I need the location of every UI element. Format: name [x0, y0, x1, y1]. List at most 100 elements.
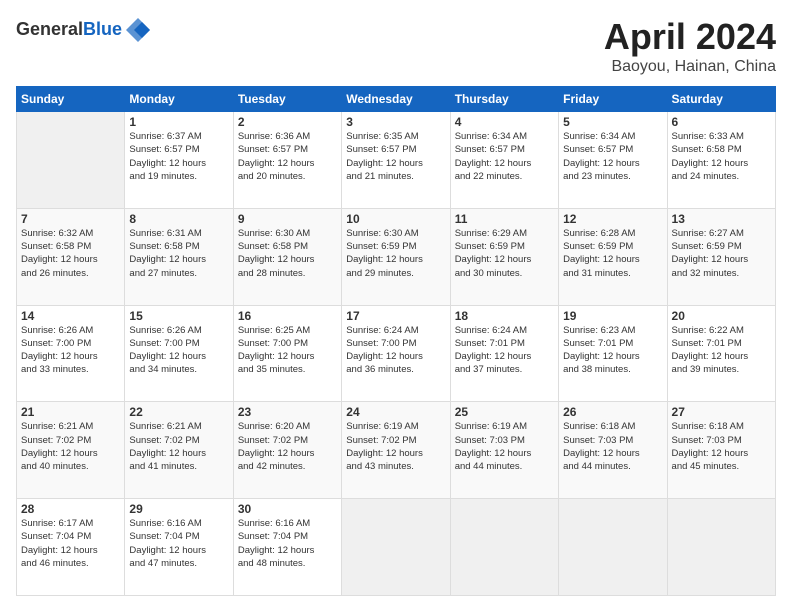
calendar-day-cell: 15Sunrise: 6:26 AM Sunset: 7:00 PM Dayli…: [125, 305, 233, 402]
header: GeneralBlue April 2024 Baoyou, Hainan, C…: [16, 16, 776, 76]
calendar-day-cell: 14Sunrise: 6:26 AM Sunset: 7:00 PM Dayli…: [17, 305, 125, 402]
calendar-day-cell: 4Sunrise: 6:34 AM Sunset: 6:57 PM Daylig…: [450, 112, 558, 209]
day-info: Sunrise: 6:31 AM Sunset: 6:58 PM Dayligh…: [129, 227, 228, 280]
calendar-week-row: 7Sunrise: 6:32 AM Sunset: 6:58 PM Daylig…: [17, 208, 776, 305]
calendar-day-cell: 2Sunrise: 6:36 AM Sunset: 6:57 PM Daylig…: [233, 112, 341, 209]
day-number: 28: [21, 502, 120, 516]
calendar-body: 1Sunrise: 6:37 AM Sunset: 6:57 PM Daylig…: [17, 112, 776, 596]
calendar-day-cell: 3Sunrise: 6:35 AM Sunset: 6:57 PM Daylig…: [342, 112, 450, 209]
day-number: 10: [346, 212, 445, 226]
calendar-day-cell: 1Sunrise: 6:37 AM Sunset: 6:57 PM Daylig…: [125, 112, 233, 209]
day-number: 6: [672, 115, 771, 129]
calendar-day-cell: 27Sunrise: 6:18 AM Sunset: 7:03 PM Dayli…: [667, 402, 775, 499]
calendar-table: SundayMondayTuesdayWednesdayThursdayFrid…: [16, 86, 776, 596]
calendar-day-cell: 16Sunrise: 6:25 AM Sunset: 7:00 PM Dayli…: [233, 305, 341, 402]
calendar-day-cell: 21Sunrise: 6:21 AM Sunset: 7:02 PM Dayli…: [17, 402, 125, 499]
day-number: 20: [672, 309, 771, 323]
day-info: Sunrise: 6:21 AM Sunset: 7:02 PM Dayligh…: [21, 420, 120, 473]
calendar-day-cell: 20Sunrise: 6:22 AM Sunset: 7:01 PM Dayli…: [667, 305, 775, 402]
weekday-header-cell: Monday: [125, 87, 233, 112]
day-info: Sunrise: 6:19 AM Sunset: 7:02 PM Dayligh…: [346, 420, 445, 473]
title-block: April 2024 Baoyou, Hainan, China: [604, 16, 776, 76]
day-number: 1: [129, 115, 228, 129]
day-number: 16: [238, 309, 337, 323]
day-info: Sunrise: 6:35 AM Sunset: 6:57 PM Dayligh…: [346, 130, 445, 183]
calendar-day-cell: 10Sunrise: 6:30 AM Sunset: 6:59 PM Dayli…: [342, 208, 450, 305]
day-info: Sunrise: 6:30 AM Sunset: 6:59 PM Dayligh…: [346, 227, 445, 280]
calendar-week-row: 1Sunrise: 6:37 AM Sunset: 6:57 PM Daylig…: [17, 112, 776, 209]
calendar-day-cell: 12Sunrise: 6:28 AM Sunset: 6:59 PM Dayli…: [559, 208, 667, 305]
weekday-header-cell: Friday: [559, 87, 667, 112]
calendar-day-cell: 19Sunrise: 6:23 AM Sunset: 7:01 PM Dayli…: [559, 305, 667, 402]
day-info: Sunrise: 6:24 AM Sunset: 7:01 PM Dayligh…: [455, 324, 554, 377]
calendar-day-cell: 8Sunrise: 6:31 AM Sunset: 6:58 PM Daylig…: [125, 208, 233, 305]
calendar-day-cell: 13Sunrise: 6:27 AM Sunset: 6:59 PM Dayli…: [667, 208, 775, 305]
calendar-day-cell: [667, 499, 775, 596]
day-number: 3: [346, 115, 445, 129]
weekday-header-cell: Wednesday: [342, 87, 450, 112]
day-number: 7: [21, 212, 120, 226]
calendar-day-cell: 30Sunrise: 6:16 AM Sunset: 7:04 PM Dayli…: [233, 499, 341, 596]
day-number: 26: [563, 405, 662, 419]
day-number: 30: [238, 502, 337, 516]
calendar-day-cell: [559, 499, 667, 596]
day-number: 18: [455, 309, 554, 323]
logo: GeneralBlue: [16, 16, 152, 44]
day-number: 23: [238, 405, 337, 419]
day-info: Sunrise: 6:32 AM Sunset: 6:58 PM Dayligh…: [21, 227, 120, 280]
weekday-header-row: SundayMondayTuesdayWednesdayThursdayFrid…: [17, 87, 776, 112]
weekday-header-cell: Tuesday: [233, 87, 341, 112]
calendar-day-cell: 23Sunrise: 6:20 AM Sunset: 7:02 PM Dayli…: [233, 402, 341, 499]
page: GeneralBlue April 2024 Baoyou, Hainan, C…: [0, 0, 792, 612]
day-info: Sunrise: 6:19 AM Sunset: 7:03 PM Dayligh…: [455, 420, 554, 473]
day-number: 14: [21, 309, 120, 323]
day-info: Sunrise: 6:24 AM Sunset: 7:00 PM Dayligh…: [346, 324, 445, 377]
weekday-header-cell: Sunday: [17, 87, 125, 112]
calendar-week-row: 14Sunrise: 6:26 AM Sunset: 7:00 PM Dayli…: [17, 305, 776, 402]
day-number: 9: [238, 212, 337, 226]
calendar-week-row: 21Sunrise: 6:21 AM Sunset: 7:02 PM Dayli…: [17, 402, 776, 499]
logo-icon: [124, 16, 152, 44]
weekday-header-cell: Saturday: [667, 87, 775, 112]
calendar-day-cell: 29Sunrise: 6:16 AM Sunset: 7:04 PM Dayli…: [125, 499, 233, 596]
day-number: 27: [672, 405, 771, 419]
calendar-day-cell: 22Sunrise: 6:21 AM Sunset: 7:02 PM Dayli…: [125, 402, 233, 499]
calendar-day-cell: [450, 499, 558, 596]
day-info: Sunrise: 6:27 AM Sunset: 6:59 PM Dayligh…: [672, 227, 771, 280]
day-info: Sunrise: 6:20 AM Sunset: 7:02 PM Dayligh…: [238, 420, 337, 473]
day-info: Sunrise: 6:16 AM Sunset: 7:04 PM Dayligh…: [129, 517, 228, 570]
day-info: Sunrise: 6:34 AM Sunset: 6:57 PM Dayligh…: [563, 130, 662, 183]
day-info: Sunrise: 6:25 AM Sunset: 7:00 PM Dayligh…: [238, 324, 337, 377]
day-info: Sunrise: 6:26 AM Sunset: 7:00 PM Dayligh…: [129, 324, 228, 377]
day-info: Sunrise: 6:26 AM Sunset: 7:00 PM Dayligh…: [21, 324, 120, 377]
day-info: Sunrise: 6:29 AM Sunset: 6:59 PM Dayligh…: [455, 227, 554, 280]
day-number: 13: [672, 212, 771, 226]
day-info: Sunrise: 6:23 AM Sunset: 7:01 PM Dayligh…: [563, 324, 662, 377]
calendar-day-cell: 24Sunrise: 6:19 AM Sunset: 7:02 PM Dayli…: [342, 402, 450, 499]
day-info: Sunrise: 6:18 AM Sunset: 7:03 PM Dayligh…: [563, 420, 662, 473]
day-info: Sunrise: 6:34 AM Sunset: 6:57 PM Dayligh…: [455, 130, 554, 183]
day-info: Sunrise: 6:17 AM Sunset: 7:04 PM Dayligh…: [21, 517, 120, 570]
calendar-day-cell: 26Sunrise: 6:18 AM Sunset: 7:03 PM Dayli…: [559, 402, 667, 499]
calendar-day-cell: 11Sunrise: 6:29 AM Sunset: 6:59 PM Dayli…: [450, 208, 558, 305]
day-number: 2: [238, 115, 337, 129]
day-info: Sunrise: 6:36 AM Sunset: 6:57 PM Dayligh…: [238, 130, 337, 183]
logo-text: GeneralBlue: [16, 20, 122, 40]
month-title: April 2024: [604, 16, 776, 58]
day-number: 22: [129, 405, 228, 419]
calendar-day-cell: [17, 112, 125, 209]
day-number: 29: [129, 502, 228, 516]
calendar-day-cell: 7Sunrise: 6:32 AM Sunset: 6:58 PM Daylig…: [17, 208, 125, 305]
calendar-day-cell: 25Sunrise: 6:19 AM Sunset: 7:03 PM Dayli…: [450, 402, 558, 499]
day-info: Sunrise: 6:18 AM Sunset: 7:03 PM Dayligh…: [672, 420, 771, 473]
day-info: Sunrise: 6:21 AM Sunset: 7:02 PM Dayligh…: [129, 420, 228, 473]
calendar-week-row: 28Sunrise: 6:17 AM Sunset: 7:04 PM Dayli…: [17, 499, 776, 596]
calendar-day-cell: 18Sunrise: 6:24 AM Sunset: 7:01 PM Dayli…: [450, 305, 558, 402]
day-info: Sunrise: 6:37 AM Sunset: 6:57 PM Dayligh…: [129, 130, 228, 183]
calendar-day-cell: 6Sunrise: 6:33 AM Sunset: 6:58 PM Daylig…: [667, 112, 775, 209]
day-number: 19: [563, 309, 662, 323]
day-info: Sunrise: 6:16 AM Sunset: 7:04 PM Dayligh…: [238, 517, 337, 570]
day-number: 4: [455, 115, 554, 129]
day-number: 17: [346, 309, 445, 323]
day-number: 12: [563, 212, 662, 226]
